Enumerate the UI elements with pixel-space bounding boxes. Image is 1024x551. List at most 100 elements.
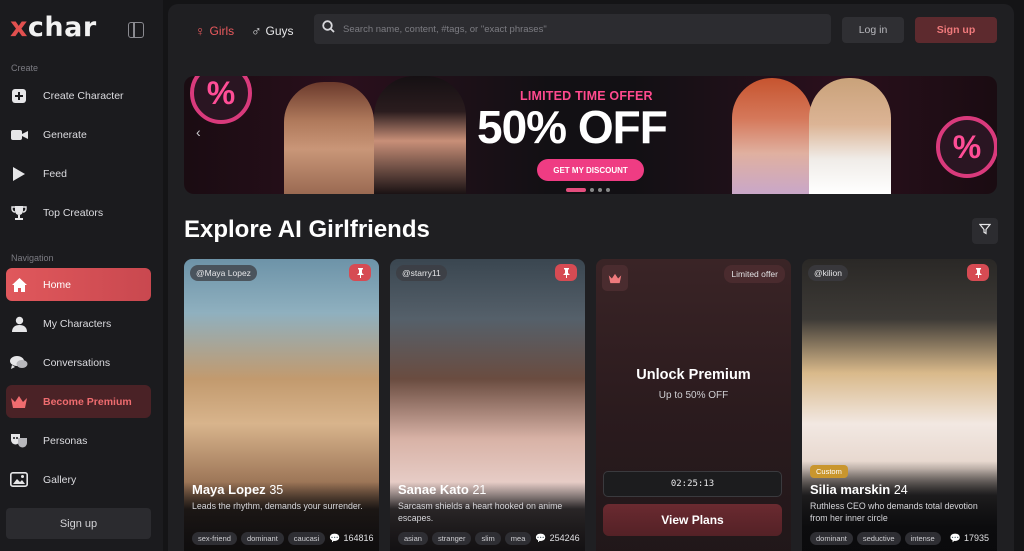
carousel-dot[interactable] <box>566 188 586 192</box>
play-icon <box>10 165 28 183</box>
sidebar-item-feed[interactable]: Feed <box>6 157 151 190</box>
countdown-timer: 02:25:13 <box>603 471 782 497</box>
tag[interactable]: stranger <box>431 531 472 545</box>
card-info: Sanae Kato 21 Sarcasm shields a heart ho… <box>390 482 585 551</box>
tag[interactable]: seductive <box>856 531 901 545</box>
tag[interactable]: slim <box>475 531 501 545</box>
tag[interactable]: caucasi <box>287 531 326 545</box>
pin-icon[interactable] <box>555 264 577 281</box>
crown-icon <box>10 393 28 411</box>
view-count: 💬 254246 <box>535 532 580 544</box>
sidebar-item-home[interactable]: Home <box>6 268 151 301</box>
male-symbol-icon: ♂ <box>251 23 262 39</box>
crown-icon <box>602 265 628 291</box>
tag[interactable]: dominant <box>810 531 853 545</box>
view-count: 💬 17935 <box>949 532 989 544</box>
creator-handle[interactable]: @kilion <box>808 265 848 281</box>
banner-model-1 <box>284 82 374 194</box>
tag[interactable]: dominant <box>240 531 284 545</box>
trophy-icon <box>10 204 28 222</box>
view-plans-button[interactable]: View Plans <box>603 504 782 536</box>
promo-headline: 50% OFF <box>477 101 668 153</box>
sidebar-item-become-premium[interactable]: Become Premium <box>6 385 151 418</box>
main-content: ♀ Girls ♂ Guys Log in Sign up % % ‹ LIMI… <box>168 4 1014 551</box>
page-title: Explore AI Girlfriends <box>184 216 430 243</box>
video-camera-icon <box>10 126 28 144</box>
character-name: Maya Lopez <box>192 482 266 497</box>
carousel-dot[interactable] <box>598 188 602 192</box>
carousel-dot[interactable] <box>590 188 594 192</box>
character-card[interactable]: @kilion Custom Silia marskin 24 Ruthless… <box>802 259 997 551</box>
tag[interactable]: sex-friend <box>192 531 237 545</box>
theater-masks-icon <box>10 432 28 450</box>
character-age: 21 <box>472 483 487 497</box>
section-label-create: Create <box>11 63 39 73</box>
creator-handle[interactable]: @starry11 <box>396 265 447 281</box>
sidebar-item-generate[interactable]: Generate <box>6 118 151 151</box>
section-label-navigation: Navigation <box>11 253 54 263</box>
image-gallery-icon <box>10 471 28 489</box>
search-icon <box>322 20 335 38</box>
character-description: Sarcasm shields a heart hooked on anime … <box>398 501 563 523</box>
percent-disc-left: % <box>190 76 252 124</box>
character-card[interactable]: @starry11 Sanae Kato 21 Sarcasm shields … <box>390 259 585 551</box>
creator-handle[interactable]: @Maya Lopez <box>190 265 257 281</box>
logo[interactable]: xchar <box>10 12 97 43</box>
banner-prev-arrow[interactable]: ‹ <box>196 124 201 140</box>
view-count: 💬 164816 <box>329 532 374 544</box>
sidebar-item-conversations[interactable]: Conversations <box>6 346 151 379</box>
carousel-dots <box>566 188 610 192</box>
card-info: Custom Silia marskin 24 Ruthless CEO who… <box>802 461 997 551</box>
card-info: Maya Lopez 35 Leads the rhythm, demands … <box>184 482 379 551</box>
custom-badge: Custom <box>810 465 848 478</box>
filter-button[interactable] <box>972 218 998 244</box>
premium-offer-card: Limited offer Unlock Premium Up to 50% O… <box>596 259 791 551</box>
tag[interactable]: intense <box>904 531 941 545</box>
pin-icon[interactable] <box>967 264 989 281</box>
chat-bubble-icon: 💬 <box>949 532 961 543</box>
promo-banner[interactable]: % % ‹ LIMITED TIME OFFER 50% OFF GET MY … <box>184 76 997 194</box>
top-bar: ♀ Girls ♂ Guys Log in Sign up <box>168 4 1014 56</box>
chat-bubble-icon: 💬 <box>535 532 547 543</box>
sidebar-collapse-icon[interactable] <box>128 22 144 38</box>
home-icon <box>10 276 28 294</box>
character-card[interactable]: @Maya Lopez Maya Lopez 35 Leads the rhyt… <box>184 259 379 551</box>
signup-button[interactable]: Sign up <box>915 17 997 43</box>
chat-bubbles-icon <box>10 354 28 372</box>
character-age: 24 <box>893 483 908 497</box>
sidebar-signup-button[interactable]: Sign up <box>6 508 151 539</box>
character-description: Ruthless CEO who demands total devotion … <box>810 501 978 523</box>
banner-model-3 <box>732 78 812 194</box>
tag-row: asian stranger slim mea 💬 254246 <box>398 531 580 545</box>
female-symbol-icon: ♀ <box>195 23 206 39</box>
sidebar-item-top-creators[interactable]: Top Creators <box>6 196 151 229</box>
pin-icon[interactable] <box>349 264 371 281</box>
sidebar-item-personas[interactable]: Personas <box>6 424 151 457</box>
tag[interactable]: mea <box>504 531 532 545</box>
sidebar-item-create-character[interactable]: Create Character <box>6 79 151 112</box>
percent-disc-right: % <box>936 116 997 178</box>
search-input[interactable] <box>343 23 803 35</box>
character-description: Leads the rhythm, demands your surrender… <box>192 501 363 511</box>
character-age: 35 <box>269 483 284 497</box>
sidebar-item-my-characters[interactable]: My Characters <box>6 307 151 340</box>
tag-row: sex-friend dominant caucasi 💬 164816 <box>192 531 374 545</box>
unlock-premium-title: Unlock Premium <box>636 367 751 383</box>
get-discount-button[interactable]: GET MY DISCOUNT <box>537 159 644 181</box>
banner-model-2 <box>374 76 466 194</box>
carousel-dot[interactable] <box>606 188 610 192</box>
sidebar: xchar Create Create Character Generate F… <box>0 0 163 551</box>
limited-offer-badge: Limited offer <box>724 265 785 283</box>
tag[interactable]: asian <box>398 531 428 545</box>
tab-girls[interactable]: ♀ Girls <box>195 23 234 39</box>
tab-guys[interactable]: ♂ Guys <box>251 23 294 39</box>
search-bar[interactable] <box>314 14 831 44</box>
plus-square-icon <box>10 87 28 105</box>
character-name: Silia marskin <box>810 482 891 497</box>
filter-icon <box>978 222 992 240</box>
login-button[interactable]: Log in <box>842 17 904 43</box>
user-icon <box>10 315 28 333</box>
sidebar-item-gallery[interactable]: Gallery <box>6 463 151 496</box>
chat-bubble-icon: 💬 <box>329 532 341 543</box>
character-name: Sanae Kato <box>398 482 469 497</box>
